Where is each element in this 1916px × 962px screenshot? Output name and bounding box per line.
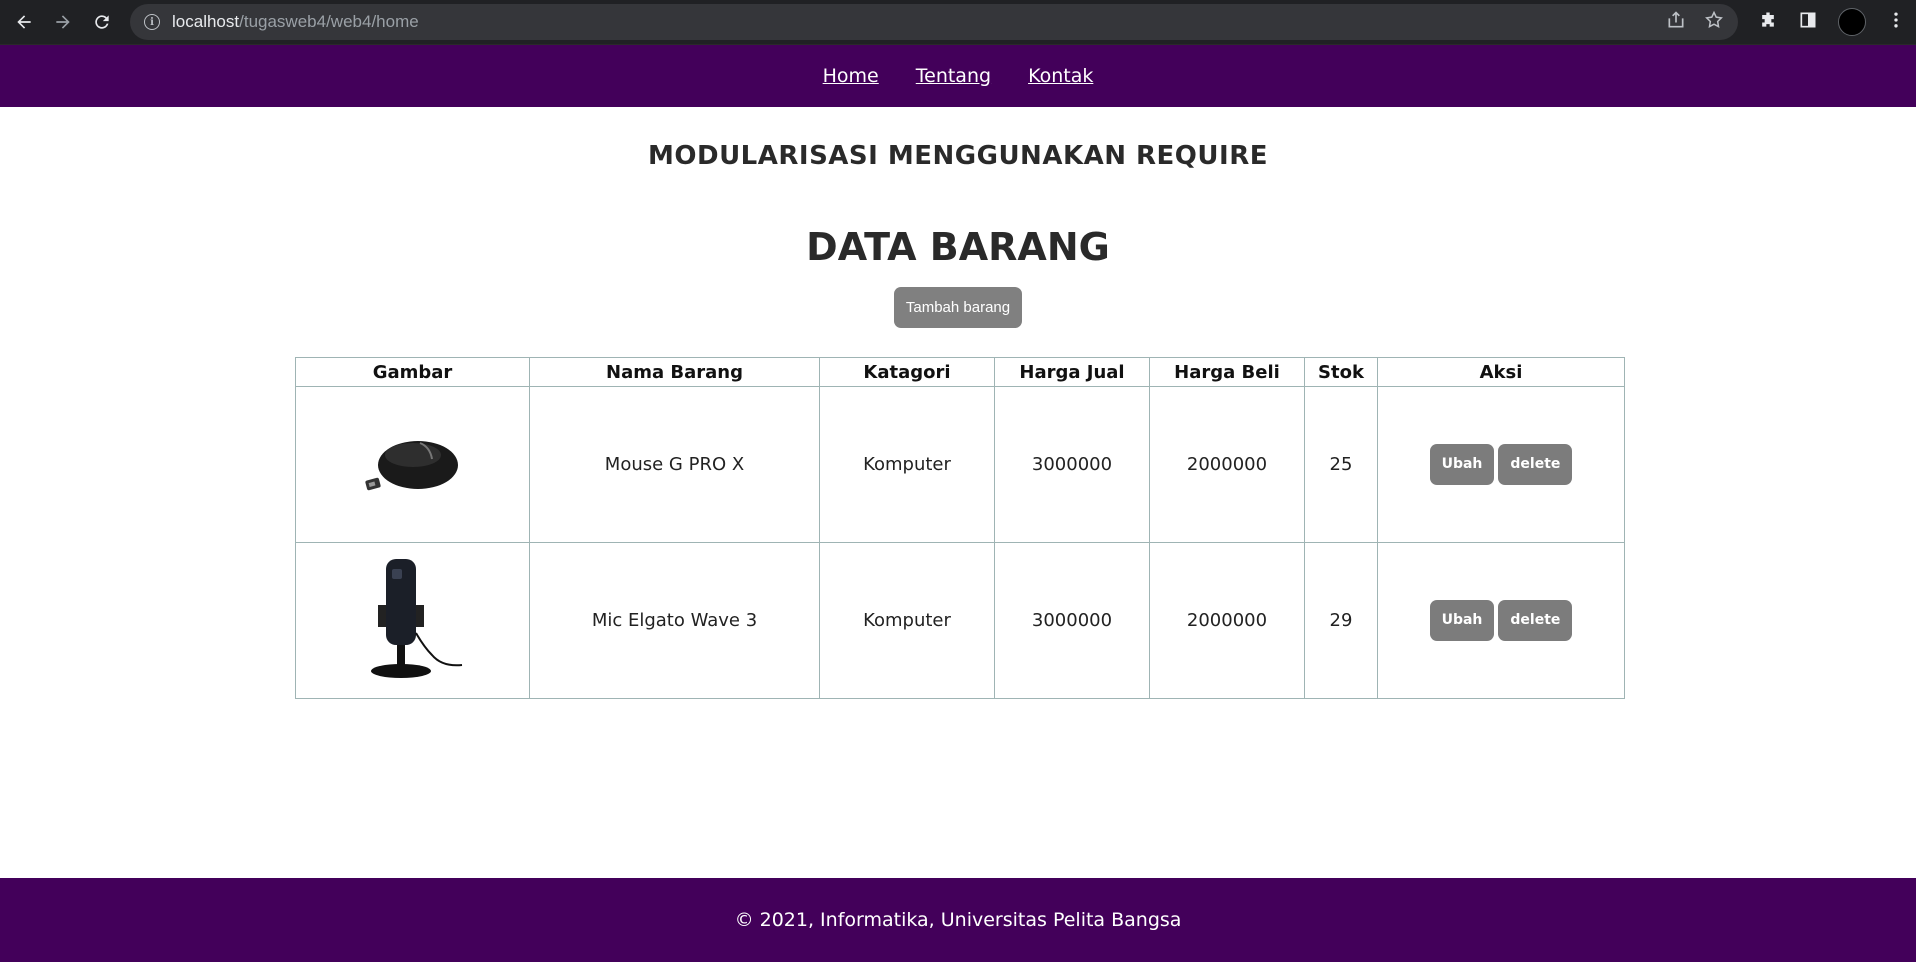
- header-aksi: Aksi: [1377, 357, 1625, 387]
- header-nama-barang: Nama Barang: [529, 357, 820, 387]
- site-footer: © 2021, Informatika, Universitas Pelita …: [0, 878, 1916, 962]
- site-info-icon[interactable]: i: [144, 14, 161, 30]
- url-text[interactable]: localhost/tugasweb4/web4/home: [172, 12, 1666, 32]
- footer-text: © 2021, Informatika, Universitas Pelita …: [734, 909, 1182, 931]
- browser-toolbar: i localhost/tugasweb4/web4/home: [0, 0, 1916, 44]
- header-harga-jual: Harga Jual: [994, 357, 1150, 387]
- cell-category: Komputer: [819, 542, 995, 699]
- reload-icon[interactable]: [87, 6, 116, 38]
- mouse-image: [358, 397, 468, 527]
- cell-sell-price: 3000000: [994, 386, 1150, 543]
- edit-button[interactable]: Ubah: [1429, 600, 1495, 641]
- cell-actions: Ubah delete: [1377, 542, 1625, 699]
- delete-button[interactable]: delete: [1498, 600, 1573, 641]
- cell-buy-price: 2000000: [1149, 542, 1305, 699]
- nav-link-home[interactable]: Home: [823, 65, 879, 87]
- add-button-container: Tambah barang: [0, 287, 1916, 328]
- table-row: Mic Elgato Wave 3 Komputer 3000000 20000…: [295, 542, 1625, 699]
- address-bar[interactable]: i localhost/tugasweb4/web4/home: [130, 4, 1739, 40]
- url-path: /tugasweb4/web4/home: [239, 12, 419, 31]
- menu-dots-icon[interactable]: [1886, 10, 1906, 34]
- microphone-image: [358, 553, 468, 683]
- site-nav: Home Tentang Kontak: [0, 44, 1916, 107]
- back-icon[interactable]: [10, 6, 39, 38]
- add-item-button[interactable]: Tambah barang: [893, 287, 1023, 328]
- forward-icon[interactable]: [49, 6, 78, 38]
- share-icon[interactable]: [1666, 10, 1686, 34]
- nav-link-kontak[interactable]: Kontak: [1028, 65, 1093, 87]
- cell-image: [295, 386, 530, 543]
- cell-name: Mouse G PRO X: [529, 386, 820, 543]
- extensions-icon[interactable]: [1758, 10, 1778, 34]
- cell-buy-price: 2000000: [1149, 386, 1305, 543]
- table-header-row: Gambar Nama Barang Katagori Harga Jual H…: [295, 357, 1625, 387]
- header-katagori: Katagori: [819, 357, 995, 387]
- page-subtitle: MODULARISASI MENGGUNAKAN REQUIRE: [648, 141, 1268, 171]
- header-harga-beli: Harga Beli: [1149, 357, 1305, 387]
- cell-category: Komputer: [819, 386, 995, 543]
- page-title: DATA BARANG: [806, 225, 1110, 269]
- profile-avatar[interactable]: [1838, 8, 1867, 36]
- bookmark-star-icon[interactable]: [1704, 10, 1724, 34]
- side-panel-icon[interactable]: [1798, 10, 1818, 34]
- cell-stock: 25: [1304, 386, 1378, 543]
- header-gambar: Gambar: [295, 357, 530, 387]
- table-row: Mouse G PRO X Komputer 3000000 2000000 2…: [295, 386, 1625, 543]
- delete-button[interactable]: delete: [1498, 444, 1573, 485]
- cell-name: Mic Elgato Wave 3: [529, 542, 820, 699]
- url-host: localhost: [172, 12, 240, 31]
- nav-link-tentang[interactable]: Tentang: [916, 65, 991, 87]
- cell-image: [295, 542, 530, 699]
- edit-button[interactable]: Ubah: [1429, 444, 1495, 485]
- cell-sell-price: 3000000: [994, 542, 1150, 699]
- items-table: Gambar Nama Barang Katagori Harga Jual H…: [295, 357, 1625, 699]
- header-stok: Stok: [1304, 357, 1378, 387]
- cell-actions: Ubah delete: [1377, 386, 1625, 543]
- cell-stock: 29: [1304, 542, 1378, 699]
